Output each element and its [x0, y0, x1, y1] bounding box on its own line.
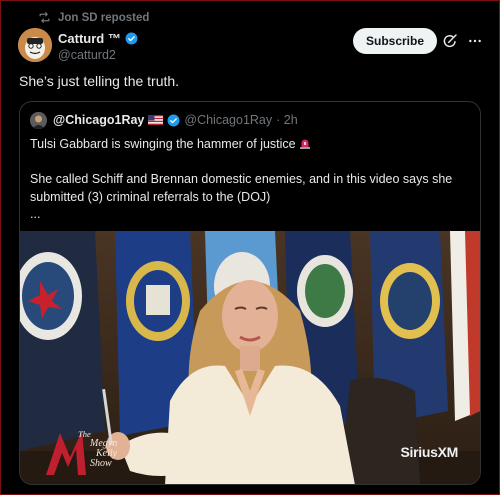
quoted-name[interactable]: @Chicago1Ray: [53, 113, 144, 127]
video-player[interactable]: The Megyn Kelly Show SiriusXM: [20, 231, 480, 484]
quoted-line-2: She called Schiff and Brennan domestic e…: [30, 172, 453, 204]
tweet-text: She’s just telling the truth.: [19, 73, 180, 89]
quoted-body: Tulsi Gabbard is swinging the hammer of …: [30, 136, 470, 224]
more-icon[interactable]: [467, 33, 483, 49]
author-name[interactable]: Catturd ™: [58, 31, 121, 46]
quoted-tweet[interactable]: @Chicago1Ray @Chicago1Ray · 2h Tulsi Gab…: [19, 101, 481, 485]
verified-badge-icon: [125, 32, 138, 45]
subscribe-button[interactable]: Subscribe: [353, 28, 437, 54]
author-handle[interactable]: @catturd2: [58, 48, 116, 62]
quoted-line-1: Tulsi Gabbard is swinging the hammer of …: [30, 137, 296, 151]
show-logo-text: The Megyn Kelly Show: [62, 429, 117, 469]
grok-icon[interactable]: [442, 33, 458, 49]
quoted-time[interactable]: · 2h: [276, 113, 298, 127]
quoted-name-row[interactable]: @Chicago1Ray @Chicago1Ray · 2h: [53, 113, 298, 127]
quoted-avatar[interactable]: [30, 112, 47, 129]
video-watermark: SiriusXM: [400, 444, 458, 460]
quoted-verified-badge-icon: [167, 114, 180, 126]
us-flag-icon: [148, 115, 164, 125]
repost-icon: [39, 12, 50, 23]
show-logo-line-4: Show: [90, 458, 112, 469]
quoted-line-3: ...: [30, 207, 41, 221]
siren-icon: [299, 139, 310, 149]
repost-indicator[interactable]: Jon SD reposted: [38, 11, 149, 24]
author-name-row[interactable]: Catturd ™: [58, 31, 138, 46]
quoted-handle[interactable]: @Chicago1Ray: [184, 113, 272, 127]
repost-text: Jon SD reposted: [58, 11, 150, 24]
author-avatar[interactable]: [18, 28, 52, 62]
